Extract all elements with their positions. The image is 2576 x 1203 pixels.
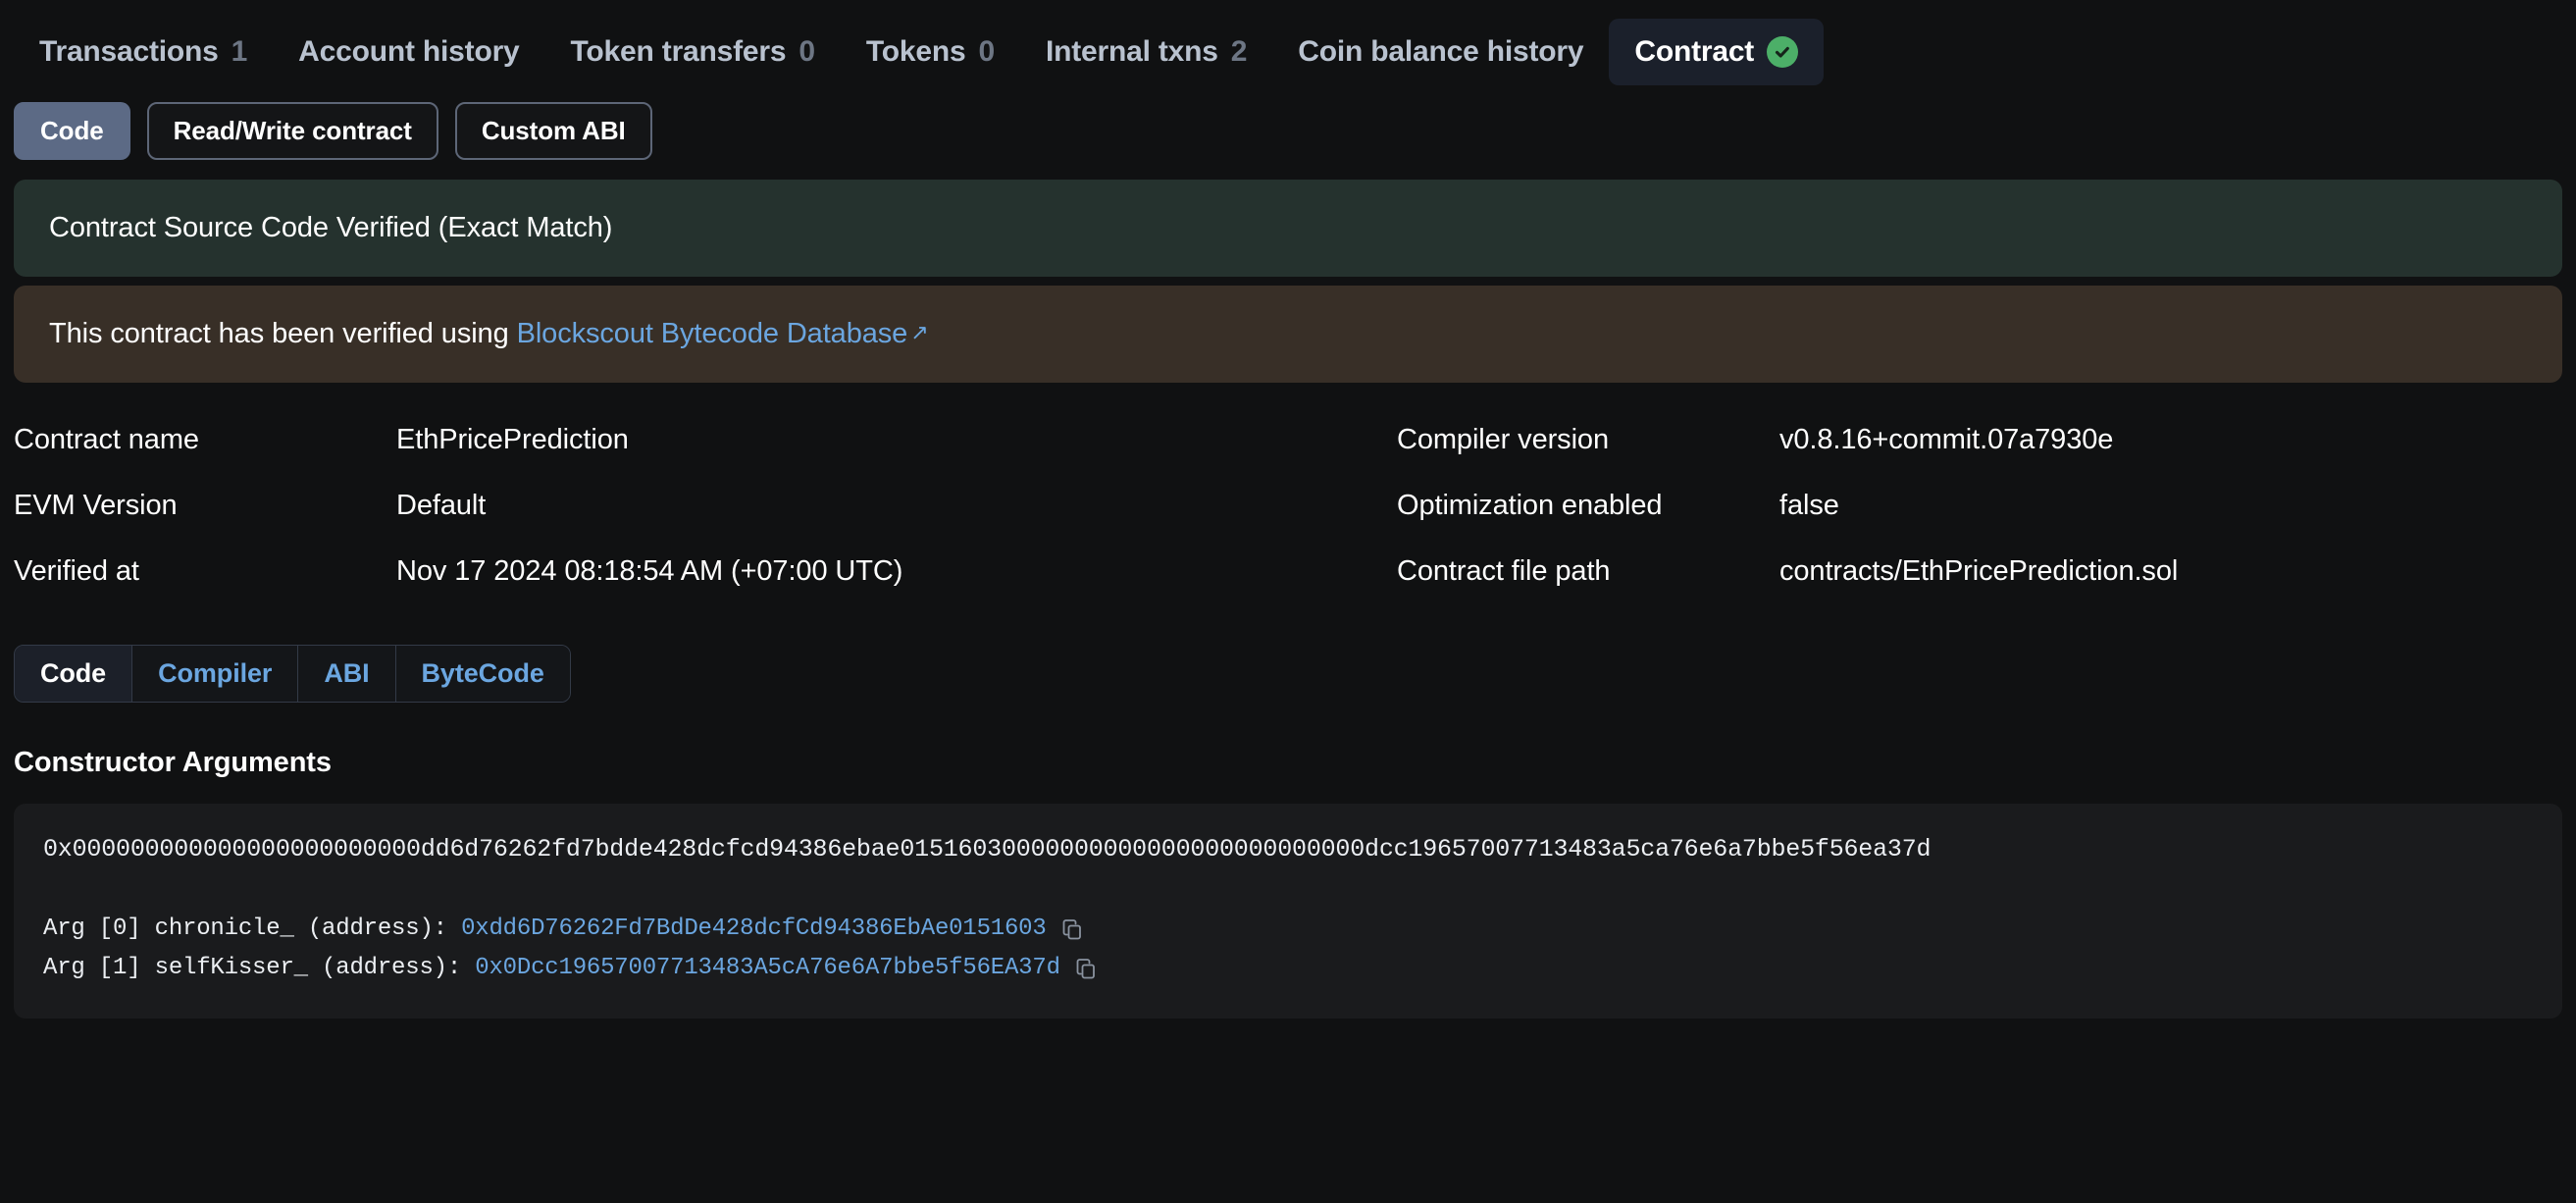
- tab-label: Contract: [1634, 35, 1755, 68]
- tab-label: Token transfers: [570, 35, 787, 68]
- bytecode-database-link[interactable]: Blockscout Bytecode Database: [517, 318, 908, 349]
- detail-key-optimization-enabled: Optimization enabled: [1397, 490, 1663, 521]
- tab-label: Internal txns: [1046, 35, 1218, 68]
- segment-code[interactable]: Code: [15, 646, 132, 702]
- contract-mode-buttons: Code Read/Write contract Custom ABI: [14, 102, 2562, 160]
- code-button[interactable]: Code: [14, 102, 130, 160]
- detail-value-compiler-version: v0.8.16+commit.07a7930e: [1779, 424, 2114, 455]
- detail-key-verified-at: Verified at: [14, 555, 139, 587]
- segment-compiler[interactable]: Compiler: [131, 646, 298, 702]
- tab-count: 1: [231, 35, 248, 68]
- code-view-segmented-control: Code Compiler ABI ByteCode: [14, 645, 571, 703]
- tab-label: Account history: [298, 35, 520, 68]
- external-link-icon: ↗: [910, 320, 929, 344]
- tab-count: 0: [978, 35, 996, 68]
- tab-internal-txns[interactable]: Internal txns 2: [1020, 19, 1272, 85]
- arg-address-link[interactable]: 0x0Dcc19657007713483A5cA76e6A7bbe5f56EA3…: [475, 950, 1060, 986]
- detail-key-compiler-version: Compiler version: [1397, 424, 1609, 455]
- tab-coin-balance-history[interactable]: Coin balance history: [1272, 19, 1609, 85]
- detail-key-evm-version: EVM Version: [14, 490, 178, 521]
- tab-count: 0: [799, 35, 815, 68]
- bytecode-database-banner: This contract has been verified using Bl…: [14, 286, 2562, 383]
- tab-label: Coin balance history: [1298, 35, 1584, 68]
- detail-value-optimization-enabled: false: [1779, 490, 1839, 521]
- tab-label: Tokens: [865, 35, 966, 68]
- bytecode-database-text: This contract has been verified using: [49, 318, 517, 349]
- tab-transactions[interactable]: Transactions 1: [14, 19, 273, 85]
- arg-label: Arg [0] chronicle_ (address):: [43, 915, 462, 942]
- entity-tab-bar: Transactions 1 Account history Token tra…: [14, 0, 2562, 94]
- source-verified-text: Contract Source Code Verified (Exact Mat…: [49, 212, 613, 243]
- segment-abi[interactable]: ABI: [297, 646, 395, 702]
- constructor-decoded-args: Arg [0] chronicle_ (address): 0xdd6D7626…: [43, 911, 2533, 986]
- tab-token-transfers[interactable]: Token transfers 0: [545, 19, 841, 85]
- tab-count: 2: [1230, 35, 1248, 68]
- constructor-arg-row: Arg [1] selfKisser_ (address): 0x0Dcc196…: [43, 950, 2533, 986]
- constructor-arguments-title: Constructor Arguments: [14, 747, 332, 778]
- constructor-arguments-box: 0x000000000000000000000000dd6d76262fd7bd…: [14, 804, 2562, 1020]
- detail-value-verified-at: Nov 17 2024 08:18:54 AM (+07:00 UTC): [396, 555, 903, 587]
- copy-icon[interactable]: [1060, 917, 1084, 941]
- detail-value-evm-version: Default: [396, 490, 487, 521]
- copy-icon[interactable]: [1074, 957, 1098, 980]
- tab-contract[interactable]: Contract: [1609, 19, 1825, 85]
- detail-value-contract-file-path: contracts/EthPricePrediction.sol: [1779, 555, 2179, 587]
- detail-key-contract-name: Contract name: [14, 424, 199, 455]
- arg-address-link[interactable]: 0xdd6D76262Fd7BdDe428dcfCd94386EbAe01516…: [461, 911, 1047, 947]
- contract-page: Transactions 1 Account history Token tra…: [0, 0, 2576, 1203]
- tab-tokens[interactable]: Tokens 0: [841, 19, 1020, 85]
- detail-key-contract-file-path: Contract file path: [1397, 555, 1611, 587]
- tab-account-history[interactable]: Account history: [273, 19, 544, 85]
- arg-label: Arg [1] selfKisser_ (address):: [43, 955, 476, 982]
- tab-label: Transactions: [39, 35, 219, 68]
- detail-value-contract-name: EthPricePrediction: [396, 424, 629, 455]
- read-write-contract-button[interactable]: Read/Write contract: [146, 102, 438, 160]
- custom-abi-button[interactable]: Custom ABI: [454, 102, 652, 160]
- segment-bytecode[interactable]: ByteCode: [394, 646, 570, 702]
- constructor-arg-row: Arg [0] chronicle_ (address): 0xdd6D7626…: [43, 911, 2533, 947]
- verified-check-icon: [1767, 36, 1799, 68]
- constructor-raw-hex: 0x000000000000000000000000dd6d76262fd7bd…: [43, 835, 1932, 863]
- source-verified-banner: Contract Source Code Verified (Exact Mat…: [14, 180, 2562, 277]
- contract-details-grid: Contract name EthPricePrediction Compile…: [14, 424, 2562, 588]
